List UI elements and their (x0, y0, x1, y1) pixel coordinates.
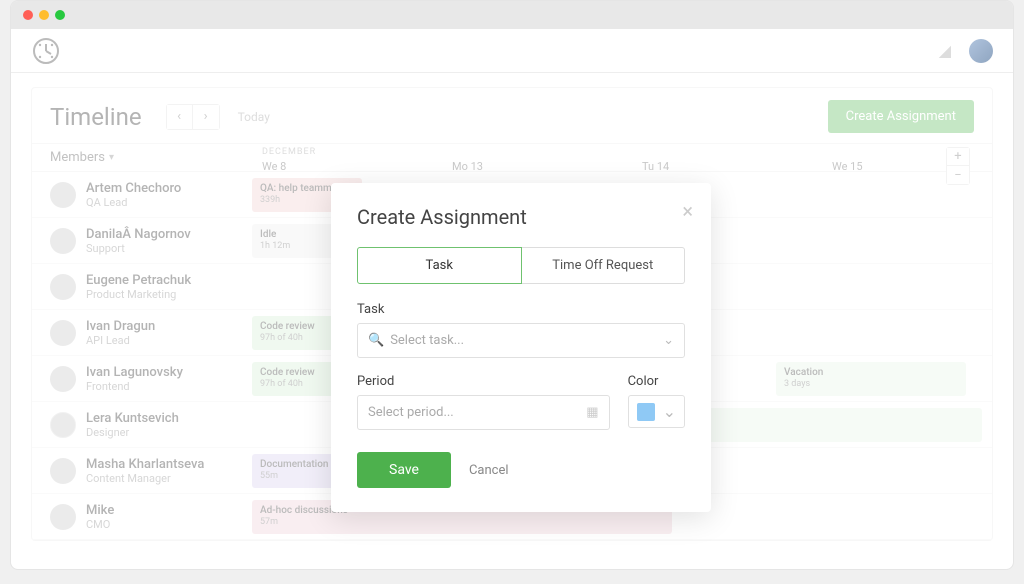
close-window-icon[interactable] (23, 10, 33, 20)
modal-tabs: Task Time Off Request (357, 247, 685, 284)
app-logo (31, 36, 61, 66)
save-button[interactable]: Save (357, 452, 451, 488)
close-icon[interactable]: × (682, 199, 693, 223)
user-avatar[interactable] (969, 39, 993, 63)
browser-titlebar (11, 1, 1013, 29)
tab-timeoff[interactable]: Time Off Request (522, 247, 686, 284)
search-icon: 🔍 (368, 333, 384, 348)
color-select[interactable]: ⌄ (628, 395, 685, 428)
modal-title: Create Assignment (357, 205, 685, 229)
tab-task[interactable]: Task (357, 247, 522, 284)
chevron-down-icon: ⌄ (663, 333, 674, 348)
period-select[interactable]: Select period... ▦ (357, 395, 610, 430)
task-select[interactable]: 🔍Select task... ⌄ (357, 323, 685, 358)
create-assignment-modal: × Create Assignment Task Time Off Reques… (331, 183, 711, 512)
cancel-button[interactable]: Cancel (469, 463, 509, 478)
chevron-down-icon: ⌄ (663, 402, 676, 421)
browser-frame: ◢ Timeline ‹ › Today Create Assignment M… (10, 0, 1014, 570)
color-swatch (637, 403, 655, 421)
app-header: ◢ (11, 29, 1013, 73)
color-field-label: Color (628, 374, 685, 389)
calendar-icon: ▦ (586, 405, 598, 420)
period-field-label: Period (357, 374, 610, 389)
task-field-label: Task (357, 302, 685, 317)
tag-icon[interactable]: ◢ (939, 41, 951, 60)
maximize-window-icon[interactable] (55, 10, 65, 20)
minimize-window-icon[interactable] (39, 10, 49, 20)
